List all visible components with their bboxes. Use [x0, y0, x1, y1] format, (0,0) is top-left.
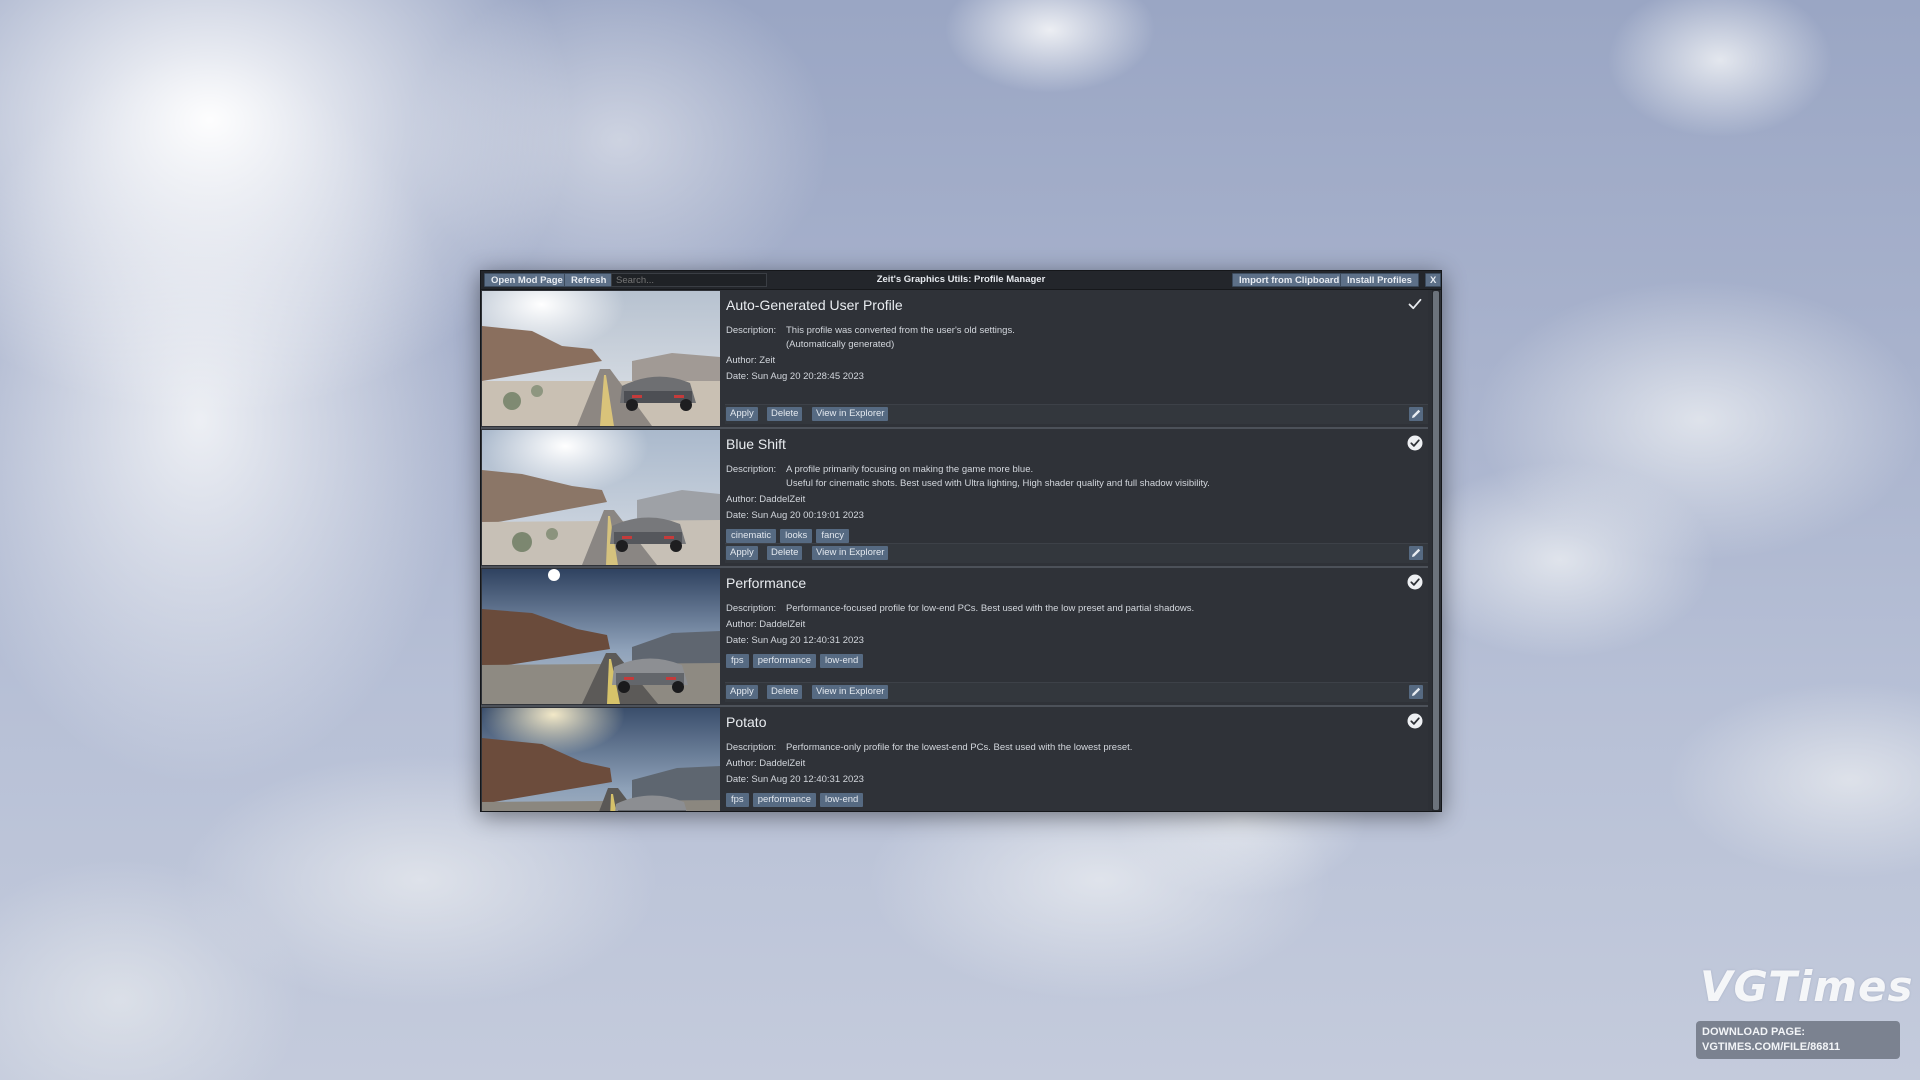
tag: fps: [726, 654, 749, 668]
tag: fancy: [816, 529, 850, 543]
profile-description: Description: Performance-only profile for…: [726, 742, 1133, 753]
profile-author: Author: Zeit: [726, 355, 776, 366]
profile-card: Performance Description: Performance-focu…: [481, 568, 1428, 708]
profile-list[interactable]: Auto-Generated User Profile Description:…: [481, 290, 1428, 811]
profile-thumbnail: [482, 430, 720, 565]
profile-thumbnail: [482, 708, 720, 811]
scrollbar-thumb[interactable]: [1433, 291, 1439, 810]
profile-description-cont: (Automatically generated): [786, 339, 895, 350]
edit-profile-button[interactable]: [1409, 685, 1423, 699]
install-profiles-button[interactable]: Install Profiles: [1340, 273, 1419, 287]
profile-card: Auto-Generated User Profile Description:…: [481, 290, 1428, 430]
watermark-logo: VGTimes: [1700, 962, 1914, 1011]
profile-author: Author: DaddelZeit: [726, 494, 806, 505]
profile-card: Potato Description: Performance-only prof…: [481, 707, 1428, 811]
tag: low-end: [820, 793, 864, 807]
pencil-icon: [1412, 548, 1421, 557]
profile-info: Auto-Generated User Profile Description:…: [725, 290, 1428, 427]
tag: performance: [752, 654, 817, 668]
profile-author: Author: DaddelZeit: [726, 758, 806, 769]
profile-date: Date: Sun Aug 20 12:40:31 2023: [726, 635, 864, 646]
import-from-clipboard-button[interactable]: Import from Clipboard: [1232, 273, 1347, 287]
profile-description: Description: Performance-focused profile …: [726, 603, 1195, 614]
profile-manager-window: Open Mod Page Refresh Zeit's Graphics Ut…: [480, 270, 1442, 812]
check-circle-icon: [1407, 574, 1423, 590]
profile-thumbnail: [482, 569, 720, 704]
delete-button[interactable]: Delete: [767, 685, 803, 699]
profile-info: Blue Shift Description: A profile primari…: [725, 429, 1428, 566]
profile-name: Blue Shift: [726, 436, 786, 452]
profile-thumbnail: [482, 291, 720, 426]
apply-button[interactable]: Apply: [726, 407, 758, 421]
tag: looks: [780, 529, 813, 543]
download-page-box: DOWNLOAD PAGE: VGTIMES.COM/FILE/86811: [1696, 1021, 1900, 1059]
profile-info: Potato Description: Performance-only prof…: [726, 707, 1428, 811]
apply-button[interactable]: Apply: [726, 685, 758, 699]
profile-tags: cinematic looks fancy: [726, 525, 853, 543]
profile-author: Author: DaddelZeit: [726, 619, 806, 630]
edit-profile-button[interactable]: [1409, 546, 1423, 560]
tag: performance: [752, 793, 817, 807]
profile-description-cont: Useful for cinematic shots. Best used wi…: [786, 478, 1210, 489]
view-in-explorer-button[interactable]: View in Explorer: [812, 407, 889, 421]
profile-description: Description: A profile primarily focusing…: [726, 464, 1034, 475]
view-in-explorer-button[interactable]: View in Explorer: [812, 546, 889, 560]
profile-tags: fps performance low-end: [726, 650, 867, 668]
profile-date: Date: Sun Aug 20 12:40:31 2023: [726, 774, 864, 785]
edit-profile-button[interactable]: [1409, 407, 1423, 421]
profile-card: Blue Shift Description: A profile primari…: [481, 429, 1428, 569]
pencil-icon: [1412, 409, 1421, 418]
tag: cinematic: [726, 529, 777, 543]
profile-name: Auto-Generated User Profile: [726, 297, 903, 313]
apply-button[interactable]: Apply: [726, 546, 758, 560]
window-title: Zeit's Graphics Utils: Profile Manager: [876, 274, 1046, 285]
profile-name: Potato: [726, 714, 767, 730]
close-button[interactable]: X: [1425, 273, 1441, 287]
profile-name: Performance: [726, 575, 807, 591]
view-in-explorer-button[interactable]: View in Explorer: [812, 685, 889, 699]
profile-description: Description: This profile was converted f…: [726, 325, 1015, 336]
refresh-button[interactable]: Refresh: [564, 273, 614, 287]
download-url: VGTIMES.COM/FILE/86811: [1702, 1041, 1841, 1053]
tag: fps: [726, 793, 749, 807]
check-circle-icon: [1407, 435, 1423, 451]
profile-date: Date: Sun Aug 20 20:28:45 2023: [726, 371, 864, 382]
delete-button[interactable]: Delete: [767, 407, 803, 421]
delete-button[interactable]: Delete: [767, 546, 803, 560]
profile-tags: fps performance low-end: [726, 789, 867, 807]
profile-info: Performance Description: Performance-focu…: [725, 568, 1428, 705]
open-mod-page-button[interactable]: Open Mod Page: [484, 273, 570, 287]
profile-actions: Apply Delete View in Explorer: [725, 543, 1428, 563]
profile-actions: Apply Delete View in Explorer: [725, 404, 1428, 424]
tag: low-end: [820, 654, 864, 668]
profile-date: Date: Sun Aug 20 00:19:01 2023: [726, 510, 864, 521]
profile-actions: Apply Delete View in Explorer: [725, 682, 1428, 702]
pencil-icon: [1412, 687, 1421, 696]
title-bar: Open Mod Page Refresh Zeit's Graphics Ut…: [481, 271, 1441, 290]
search-input[interactable]: [611, 273, 767, 287]
check-icon: [1408, 298, 1422, 310]
check-circle-icon: [1407, 713, 1423, 729]
download-label: DOWNLOAD PAGE:: [1702, 1026, 1806, 1038]
